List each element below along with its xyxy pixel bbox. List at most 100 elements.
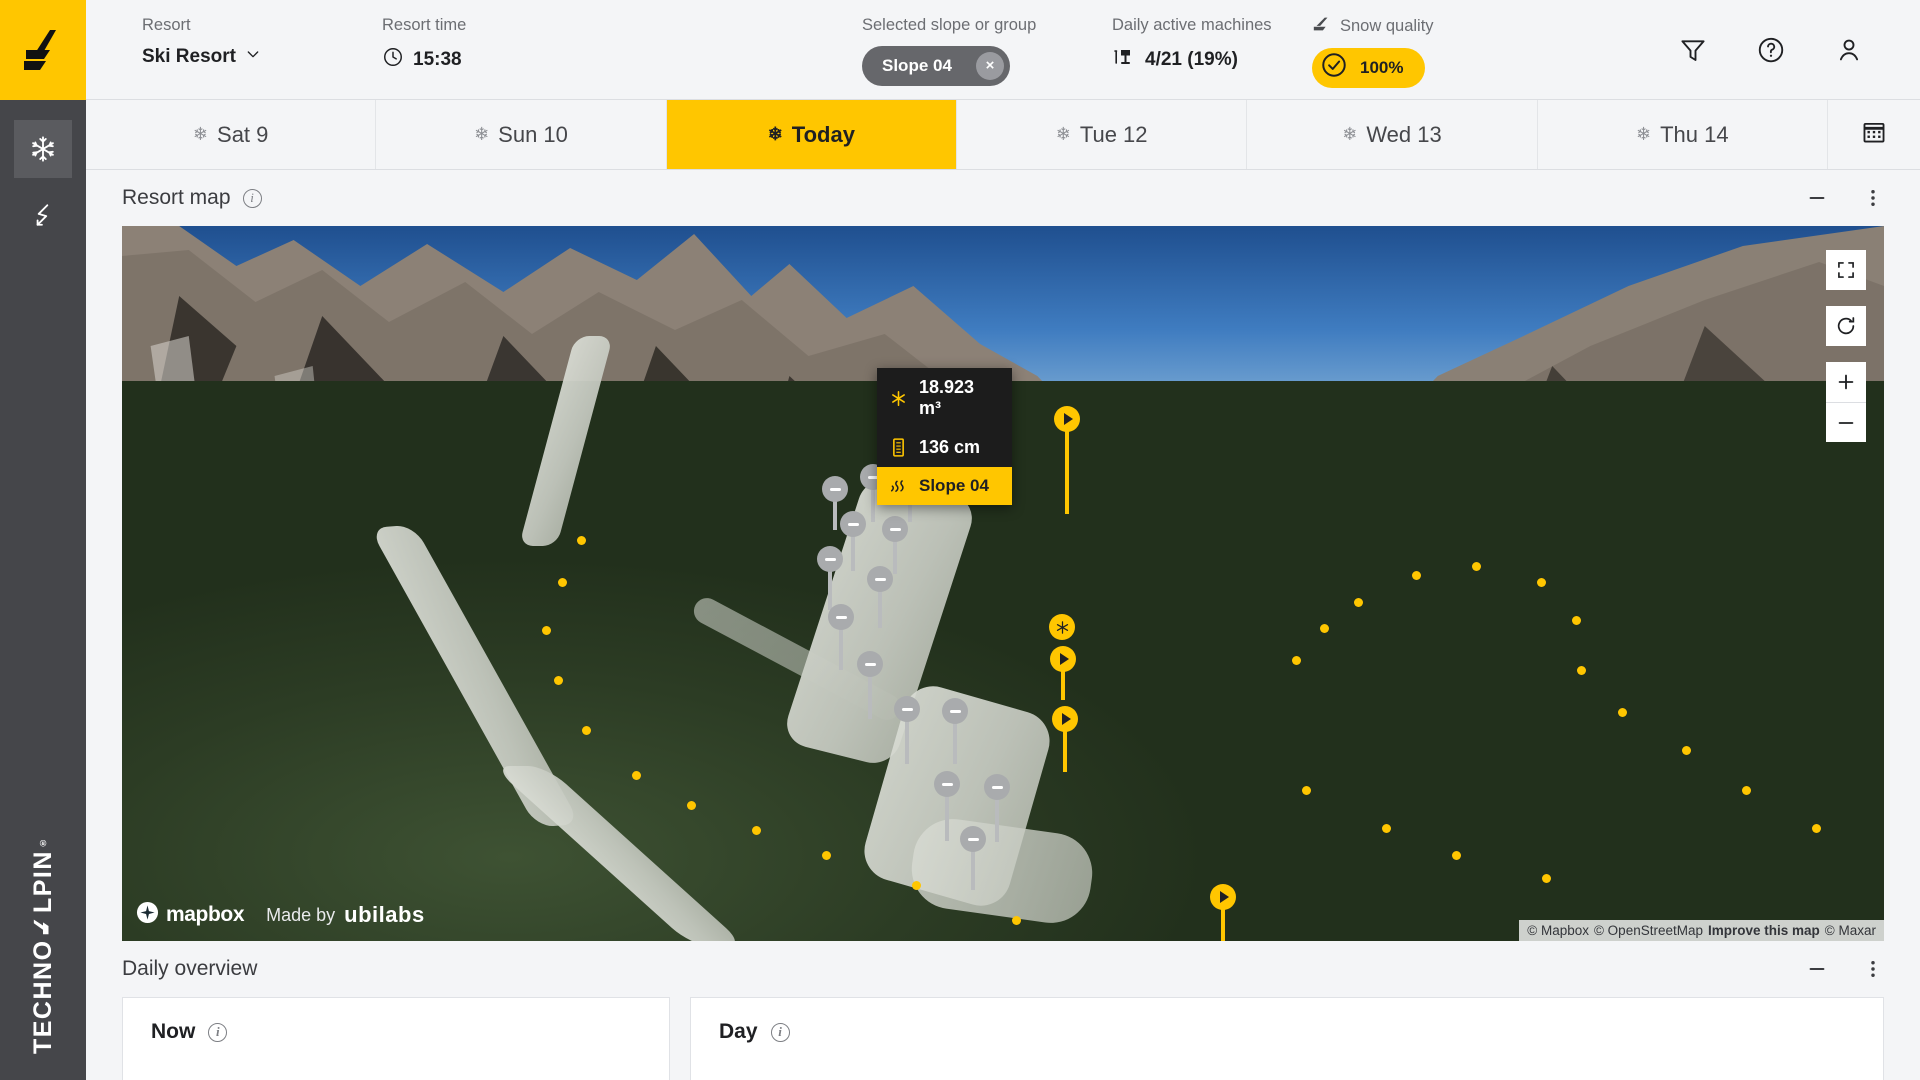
snowflake-icon bbox=[890, 390, 907, 407]
tooltip-depth-row: 136 cm bbox=[877, 428, 1012, 467]
selected-slope-chip[interactable]: Slope 04 × bbox=[862, 45, 1010, 86]
resort-value: Ski Resort bbox=[142, 45, 236, 67]
tab-label: Tue 12 bbox=[1079, 121, 1148, 147]
card-now[interactable]: Now i bbox=[122, 997, 670, 1080]
calendar-icon bbox=[1861, 119, 1887, 150]
tooltip-slope-row[interactable]: Slope 04 bbox=[877, 467, 1012, 505]
route-dot bbox=[582, 726, 591, 735]
snowflake-icon: ❄ bbox=[1636, 124, 1652, 144]
technoalpin-wordmark: TECHNO LPIN ® bbox=[29, 836, 57, 1054]
resort-label: Resort bbox=[142, 16, 191, 34]
info-icon[interactable]: i bbox=[770, 1022, 790, 1042]
snowflake-icon: ❄ bbox=[767, 124, 783, 144]
route-dot bbox=[577, 536, 586, 545]
route-dot bbox=[1618, 708, 1627, 717]
app-header: Resort Ski Resort Resort time 15:38 Sele… bbox=[86, 0, 1920, 100]
tab-thu-14[interactable]: ❄ Thu 14 bbox=[1538, 100, 1828, 169]
resort-time-value: 15:38 bbox=[413, 48, 462, 70]
attribution-maxar[interactable]: © Maxar bbox=[1825, 923, 1876, 938]
route-dot bbox=[687, 801, 696, 810]
route-dot bbox=[1682, 746, 1691, 755]
daily-overview-panel-header: Daily overview bbox=[86, 941, 1920, 997]
snowflake-icon: ❄ bbox=[474, 124, 490, 144]
close-icon[interactable]: × bbox=[976, 51, 1004, 80]
route-dot bbox=[1354, 598, 1363, 607]
attribution-mapbox[interactable]: © Mapbox bbox=[1527, 923, 1589, 938]
daily-overview-title-group: Daily overview bbox=[122, 957, 257, 981]
tab-label: Wed 13 bbox=[1366, 121, 1442, 147]
tab-label: Sat 9 bbox=[217, 121, 269, 147]
map-controls bbox=[1826, 250, 1866, 442]
resort-map-title-group: Resort map i bbox=[122, 186, 262, 210]
snow-quality-label-group: Snow quality bbox=[1312, 16, 1492, 38]
ubilabs-wordmark[interactable]: ubilabs bbox=[344, 902, 425, 928]
minimize-icon[interactable] bbox=[1806, 958, 1828, 980]
mapbox-logo[interactable]: mapbox bbox=[136, 901, 245, 929]
tab-tue-12[interactable]: ❄ Tue 12 bbox=[957, 100, 1248, 169]
tooltip-depth-value: 136 cm bbox=[919, 437, 981, 457]
inactive-indicator bbox=[829, 487, 841, 491]
daily-active-machines-value: 4/21 (19%) bbox=[1145, 48, 1238, 70]
sidebar-item-snow[interactable] bbox=[14, 120, 72, 178]
more-options-icon[interactable] bbox=[1862, 958, 1884, 980]
header-field-resort: Resort Ski Resort bbox=[142, 0, 382, 68]
zoom-controls bbox=[1826, 362, 1866, 442]
tab-label: Today bbox=[791, 121, 855, 147]
selected-slope-label: Selected slope or group bbox=[862, 16, 1037, 34]
route-dot bbox=[1452, 851, 1461, 860]
header-field-selected-slope: Selected slope or group Slope 04 × bbox=[862, 0, 1112, 86]
tooltip-volume-row: 18.923 m³ bbox=[877, 368, 1012, 428]
more-options-icon[interactable] bbox=[1862, 187, 1884, 209]
card-title: Now bbox=[151, 1020, 196, 1043]
resort-time-label: Resort time bbox=[382, 16, 467, 34]
help-icon[interactable] bbox=[1756, 35, 1786, 65]
route-dot bbox=[1542, 874, 1551, 883]
app-root: TECHNO LPIN ® Resort Ski Resort Resort t… bbox=[0, 0, 1920, 1080]
page-title: Resort map bbox=[122, 186, 231, 209]
check-circle-icon bbox=[1320, 51, 1348, 84]
daily-overview-cards: Now i Day i bbox=[86, 997, 1920, 1080]
wordmark-registered: ® bbox=[37, 836, 48, 849]
snowflake-icon bbox=[1049, 614, 1075, 640]
sidebar-item-energy[interactable] bbox=[14, 186, 72, 244]
daily-overview-title: Daily overview bbox=[122, 957, 258, 980]
minimize-icon[interactable] bbox=[1806, 187, 1828, 209]
slope-arrow-icon bbox=[1312, 16, 1332, 38]
tab-sun-10[interactable]: ❄ Sun 10 bbox=[376, 100, 667, 169]
made-by-credit: Made by ubilabs bbox=[266, 902, 425, 928]
filter-icon[interactable] bbox=[1678, 35, 1708, 65]
resort-map-canvas[interactable]: 18.923 m³ 136 cm Slope 04 mapbox Made by… bbox=[122, 226, 1884, 941]
route-dot bbox=[1742, 786, 1751, 795]
main-column: Resort Ski Resort Resort time 15:38 Sele… bbox=[86, 0, 1920, 1080]
route-dot bbox=[1572, 616, 1581, 625]
daily-active-machines-value-group: 4/21 (19%) bbox=[1112, 46, 1312, 74]
attribution-improve-link[interactable]: Improve this map bbox=[1708, 923, 1820, 938]
made-by-label: Made by bbox=[266, 904, 336, 925]
snow-quality-badge[interactable]: 100% bbox=[1312, 47, 1426, 88]
tooltip-volume-value: 18.923 m³ bbox=[919, 377, 975, 418]
route-dot bbox=[1302, 786, 1311, 795]
tab-wed-13[interactable]: ❄ Wed 13 bbox=[1247, 100, 1538, 169]
tab-sat-9[interactable]: ❄ Sat 9 bbox=[86, 100, 377, 169]
calendar-picker-button[interactable] bbox=[1828, 100, 1920, 169]
tab-today[interactable]: ❄ Today bbox=[666, 100, 957, 169]
technoalpin-logo[interactable] bbox=[0, 0, 86, 100]
zoom-in-icon[interactable] bbox=[1826, 362, 1866, 402]
fullscreen-icon[interactable] bbox=[1826, 250, 1866, 290]
rail-nav bbox=[0, 120, 86, 252]
resort-selector[interactable]: Ski Resort bbox=[142, 46, 382, 68]
account-icon[interactable] bbox=[1834, 35, 1864, 65]
reset-view-icon[interactable] bbox=[1826, 306, 1866, 346]
route-dot bbox=[558, 578, 567, 587]
route-dot bbox=[1412, 571, 1421, 580]
selected-slope-value: Slope 04 bbox=[882, 55, 952, 75]
zoom-out-icon[interactable] bbox=[1826, 402, 1866, 442]
snow-quality-label: Snow quality bbox=[1340, 17, 1434, 35]
attribution-osm[interactable]: © OpenStreetMap bbox=[1594, 923, 1703, 938]
info-icon[interactable]: i bbox=[242, 188, 262, 208]
snow-quality-value: 100% bbox=[1360, 57, 1404, 77]
info-icon[interactable]: i bbox=[208, 1022, 228, 1042]
card-day[interactable]: Day i bbox=[690, 997, 1884, 1080]
tooltip-slope-value: Slope 04 bbox=[919, 476, 989, 495]
daily-active-machines-label: Daily active machines bbox=[1112, 16, 1272, 34]
